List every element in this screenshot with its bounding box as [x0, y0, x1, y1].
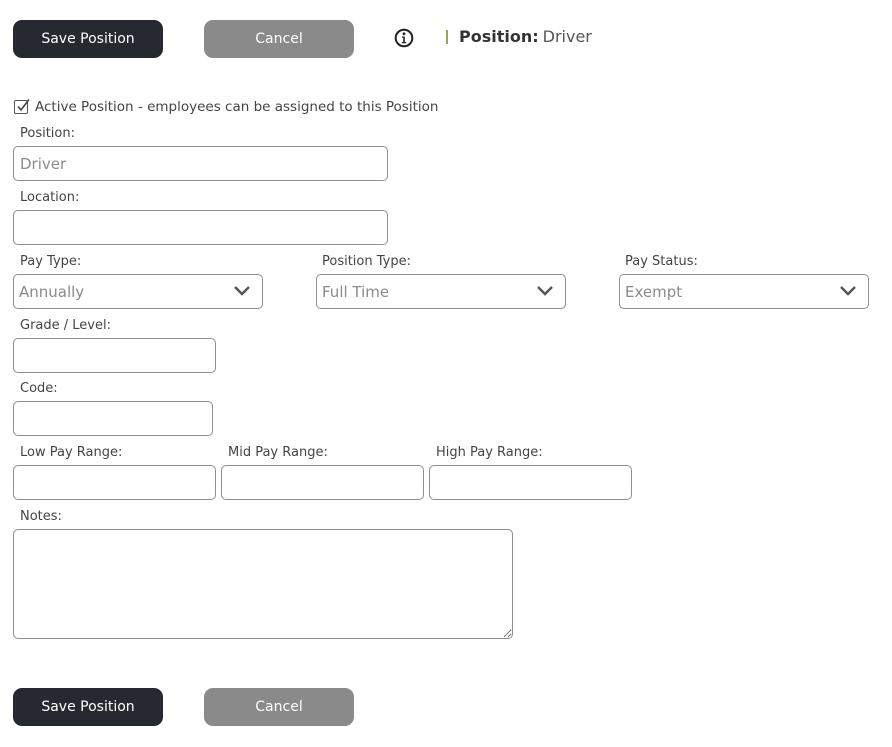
position-input[interactable] — [13, 146, 388, 181]
high-pay-range-label: High Pay Range: — [436, 445, 543, 460]
save-position-button-bottom[interactable]: Save Position — [13, 688, 163, 726]
pay-type-select[interactable]: Annually — [13, 274, 263, 309]
pay-type-label: Pay Type: — [20, 254, 82, 269]
high-pay-range-input[interactable] — [429, 465, 632, 500]
save-position-button-top[interactable]: Save Position — [13, 20, 163, 58]
pay-type-selected: Annually — [19, 282, 85, 301]
cancel-button-bottom[interactable]: Cancel — [204, 688, 354, 726]
code-input[interactable] — [13, 401, 213, 436]
pay-status-label: Pay Status: — [625, 254, 698, 269]
active-position-checkbox-row[interactable]: Active Position - employees can be assig… — [12, 99, 438, 115]
position-label: Position: — [20, 126, 75, 141]
active-position-checkbox[interactable] — [14, 99, 30, 114]
page-title-value: Driver — [542, 27, 592, 46]
position-type-label: Position Type: — [322, 254, 411, 269]
notes-textarea[interactable] — [13, 529, 513, 639]
location-label: Location: — [20, 190, 80, 205]
mid-pay-range-input[interactable] — [221, 465, 424, 500]
active-position-label: Active Position - employees can be assig… — [35, 99, 439, 115]
position-type-select[interactable]: Full Time — [316, 274, 566, 309]
chevron-down-icon — [234, 286, 250, 296]
checkmark-icon — [17, 99, 30, 112]
notes-label: Notes: — [20, 509, 62, 524]
info-circle-icon[interactable] — [394, 28, 414, 48]
pay-status-selected: Exempt — [625, 282, 683, 301]
mid-pay-range-label: Mid Pay Range: — [228, 445, 328, 460]
chevron-down-icon — [840, 286, 856, 296]
location-input[interactable] — [13, 210, 388, 245]
position-type-selected: Full Time — [322, 282, 390, 301]
page-title: Position: Driver — [459, 27, 592, 46]
low-pay-range-label: Low Pay Range: — [20, 445, 123, 460]
grade-level-label: Grade / Level: — [20, 318, 111, 333]
cancel-button-top[interactable]: Cancel — [204, 20, 354, 58]
pay-status-select[interactable]: Exempt — [619, 274, 869, 309]
code-label: Code: — [20, 381, 58, 396]
grade-level-input[interactable] — [13, 338, 216, 373]
page-title-label: Position: — [459, 27, 539, 46]
header-separator — [446, 30, 448, 44]
chevron-down-icon — [537, 286, 553, 296]
low-pay-range-input[interactable] — [13, 465, 216, 500]
